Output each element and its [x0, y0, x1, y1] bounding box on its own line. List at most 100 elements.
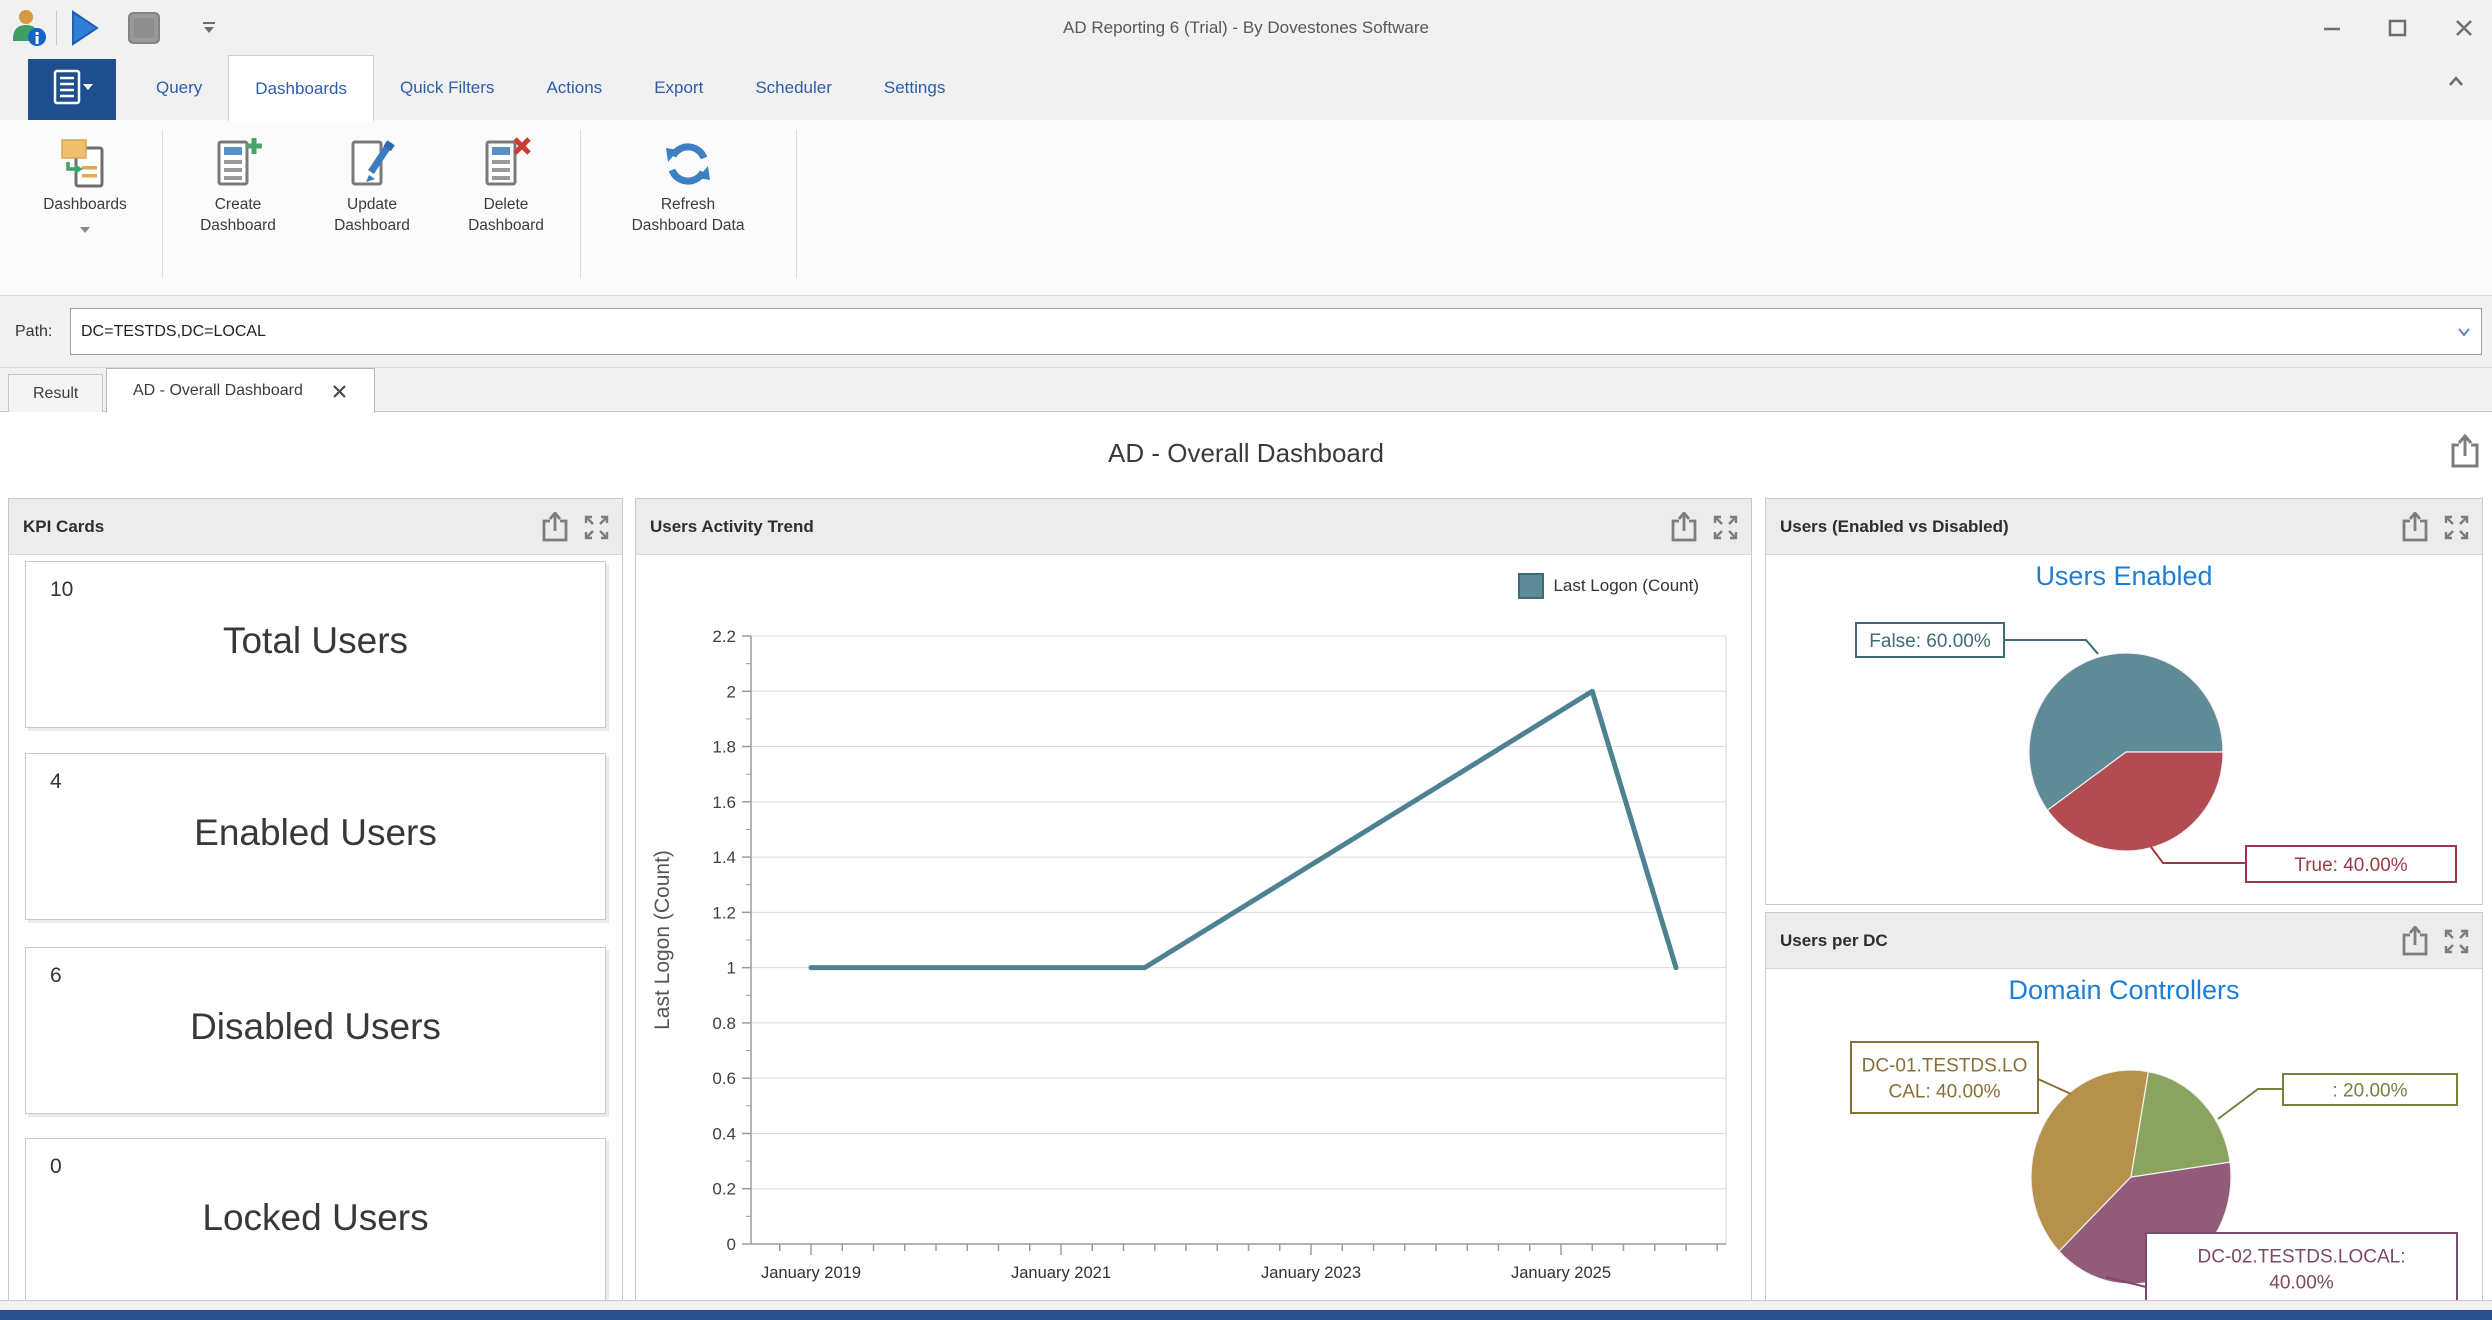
app-menu-button[interactable] — [28, 59, 116, 120]
svg-text:True: 40.00%: True: 40.00% — [2294, 855, 2407, 876]
path-label: Path: — [15, 296, 52, 368]
export-icon[interactable] — [540, 512, 570, 548]
update-dashboard-label-2: Dashboard — [306, 215, 438, 236]
pie-chart-users-enabled: False: 60.00%True: 40.00% — [1766, 555, 2484, 906]
panel-users-enabled-disabled: Users (Enabled vs Disabled) Users Enable… — [1765, 498, 2483, 905]
title-bar: AD Reporting 6 (Trial) - By Dovestones S… — [0, 0, 2492, 55]
svg-text:January 2021: January 2021 — [1011, 1264, 1111, 1282]
maximize-panel-icon[interactable] — [583, 514, 610, 546]
delete-dashboard-button[interactable]: Delete Dashboard — [440, 126, 572, 286]
svg-text:2.2: 2.2 — [712, 627, 736, 646]
svg-text:Last Logon (Count): Last Logon (Count) — [651, 850, 674, 1030]
dashboards-button-label: Dashboards — [15, 194, 155, 215]
kpi-value: 0 — [50, 1155, 62, 1179]
svg-text:CAL: 40.00%: CAL: 40.00% — [1889, 1082, 2001, 1103]
collapse-ribbon-icon[interactable] — [2446, 73, 2466, 94]
panel-pie2-header: Users per DC — [1766, 913, 2482, 969]
app-menu-icon — [49, 67, 95, 112]
export-icon[interactable] — [1669, 512, 1699, 548]
panel-kpi-cards: KPI Cards 10 Total Users 4 Enabled Users… — [8, 498, 623, 1308]
export-icon[interactable] — [2400, 512, 2430, 548]
panel-kpi-title: KPI Cards — [23, 499, 104, 555]
svg-text:DC-01.TESTDS.LO: DC-01.TESTDS.LO — [1862, 1056, 2028, 1077]
ribbon-tab-quick-filters[interactable]: Quick Filters — [374, 55, 520, 120]
svg-text:1: 1 — [727, 959, 736, 978]
svg-text:0: 0 — [727, 1235, 736, 1254]
kpi-value: 10 — [50, 578, 73, 602]
tab-close-icon[interactable] — [331, 383, 348, 400]
dashboards-button[interactable]: Dashboards — [15, 126, 155, 286]
create-dashboard-button[interactable]: Create Dashboard — [172, 126, 304, 286]
panel-kpi-header: KPI Cards — [9, 499, 622, 555]
svg-text:1.6: 1.6 — [712, 793, 736, 812]
app-window: AD Reporting 6 (Trial) - By Dovestones S… — [0, 0, 2492, 1320]
pie-chart-domain-controllers: DC-01.TESTDS.LOCAL: 40.00%: 20.00%DC-02.… — [1766, 969, 2484, 1309]
window-title: AD Reporting 6 (Trial) - By Dovestones S… — [0, 0, 2492, 55]
dashboard-title: AD - Overall Dashboard — [0, 438, 2492, 469]
kpi-label: Disabled Users — [26, 1006, 605, 1048]
ribbon-group-separator — [162, 130, 163, 278]
legend-swatch — [1518, 573, 1544, 599]
dropdown-arrow-icon — [15, 221, 155, 239]
minimize-icon[interactable] — [2312, 8, 2352, 48]
ribbon-tab-dashboards[interactable]: Dashboards — [228, 55, 374, 121]
ribbon-tab-query[interactable]: Query — [130, 55, 228, 120]
maximize-icon[interactable] — [2378, 8, 2418, 48]
refresh-dashboard-data-button[interactable]: Refresh Dashboard Data — [588, 126, 788, 286]
kpi-label: Total Users — [26, 620, 605, 662]
window-controls — [2312, 0, 2484, 55]
svg-text:1.2: 1.2 — [712, 903, 736, 922]
panel-pie1-title: Users (Enabled vs Disabled) — [1780, 499, 2009, 555]
kpi-label: Locked Users — [26, 1197, 605, 1239]
dashboards-icon — [15, 134, 155, 194]
path-value[interactable]: DC=TESTDS,DC=LOCAL — [71, 323, 2447, 341]
svg-text:0.4: 0.4 — [712, 1124, 736, 1143]
footer-strip — [0, 1301, 2492, 1310]
delete-dashboard-label-1: Delete — [440, 194, 572, 215]
maximize-panel-icon[interactable] — [2443, 928, 2470, 960]
kpi-card-locked-users: 0 Locked Users — [25, 1138, 606, 1305]
dashboard-content: AD - Overall Dashboard KPI Cards 10 Tota… — [0, 412, 2492, 1300]
path-bar: Path: DC=TESTDS,DC=LOCAL — [0, 296, 2492, 368]
path-combobox[interactable]: DC=TESTDS,DC=LOCAL — [70, 308, 2482, 355]
panel-trend-title: Users Activity Trend — [650, 499, 814, 555]
svg-text:0.6: 0.6 — [712, 1069, 736, 1088]
create-dashboard-icon — [172, 134, 304, 194]
chart-legend: Last Logon (Count) — [1518, 573, 1699, 599]
maximize-panel-icon[interactable] — [1712, 514, 1739, 546]
svg-text:2: 2 — [727, 682, 736, 701]
svg-text:January 2023: January 2023 — [1261, 1264, 1361, 1282]
ribbon-tab-actions[interactable]: Actions — [520, 55, 628, 120]
refresh-icon — [588, 134, 788, 194]
update-dashboard-icon — [306, 134, 438, 194]
maximize-panel-icon[interactable] — [2443, 514, 2470, 546]
tab-result[interactable]: Result — [8, 374, 103, 412]
svg-text:DC-02.TESTDS.LOCAL:: DC-02.TESTDS.LOCAL: — [2198, 1247, 2406, 1268]
tab-dashboard-label: AD - Overall Dashboard — [133, 382, 303, 400]
update-dashboard-button[interactable]: Update Dashboard — [306, 126, 438, 286]
export-icon[interactable] — [2448, 434, 2482, 475]
ribbon-tab-scheduler[interactable]: Scheduler — [729, 55, 858, 120]
create-dashboard-label-1: Create — [172, 194, 304, 215]
svg-text:January 2025: January 2025 — [1511, 1264, 1611, 1282]
export-icon[interactable] — [2400, 926, 2430, 962]
panel-pie1-header: Users (Enabled vs Disabled) — [1766, 499, 2482, 555]
combo-arrow-icon[interactable] — [2447, 327, 2481, 337]
status-bar — [0, 1310, 2492, 1320]
pie-chart-title: Domain Controllers — [1766, 975, 2482, 1006]
panel-trend-header: Users Activity Trend — [636, 499, 1751, 555]
close-icon[interactable] — [2444, 8, 2484, 48]
ribbon-body: Dashboards Create Dashboard — [0, 120, 2492, 296]
kpi-value: 4 — [50, 770, 62, 794]
ribbon-group-separator — [580, 130, 581, 278]
tab-result-label: Result — [33, 385, 78, 403]
panel-pie2-title: Users per DC — [1780, 913, 1888, 969]
svg-text:0.8: 0.8 — [712, 1014, 736, 1033]
svg-text:1.8: 1.8 — [712, 738, 736, 757]
ribbon-tab-settings[interactable]: Settings — [858, 55, 971, 120]
legend-label: Last Logon (Count) — [1553, 576, 1699, 596]
pie-chart-title: Users Enabled — [1766, 561, 2482, 592]
ribbon-tab-export[interactable]: Export — [628, 55, 729, 120]
tab-overall-dashboard[interactable]: AD - Overall Dashboard — [106, 368, 375, 413]
refresh-dashboard-label-2: Dashboard Data — [588, 215, 788, 236]
